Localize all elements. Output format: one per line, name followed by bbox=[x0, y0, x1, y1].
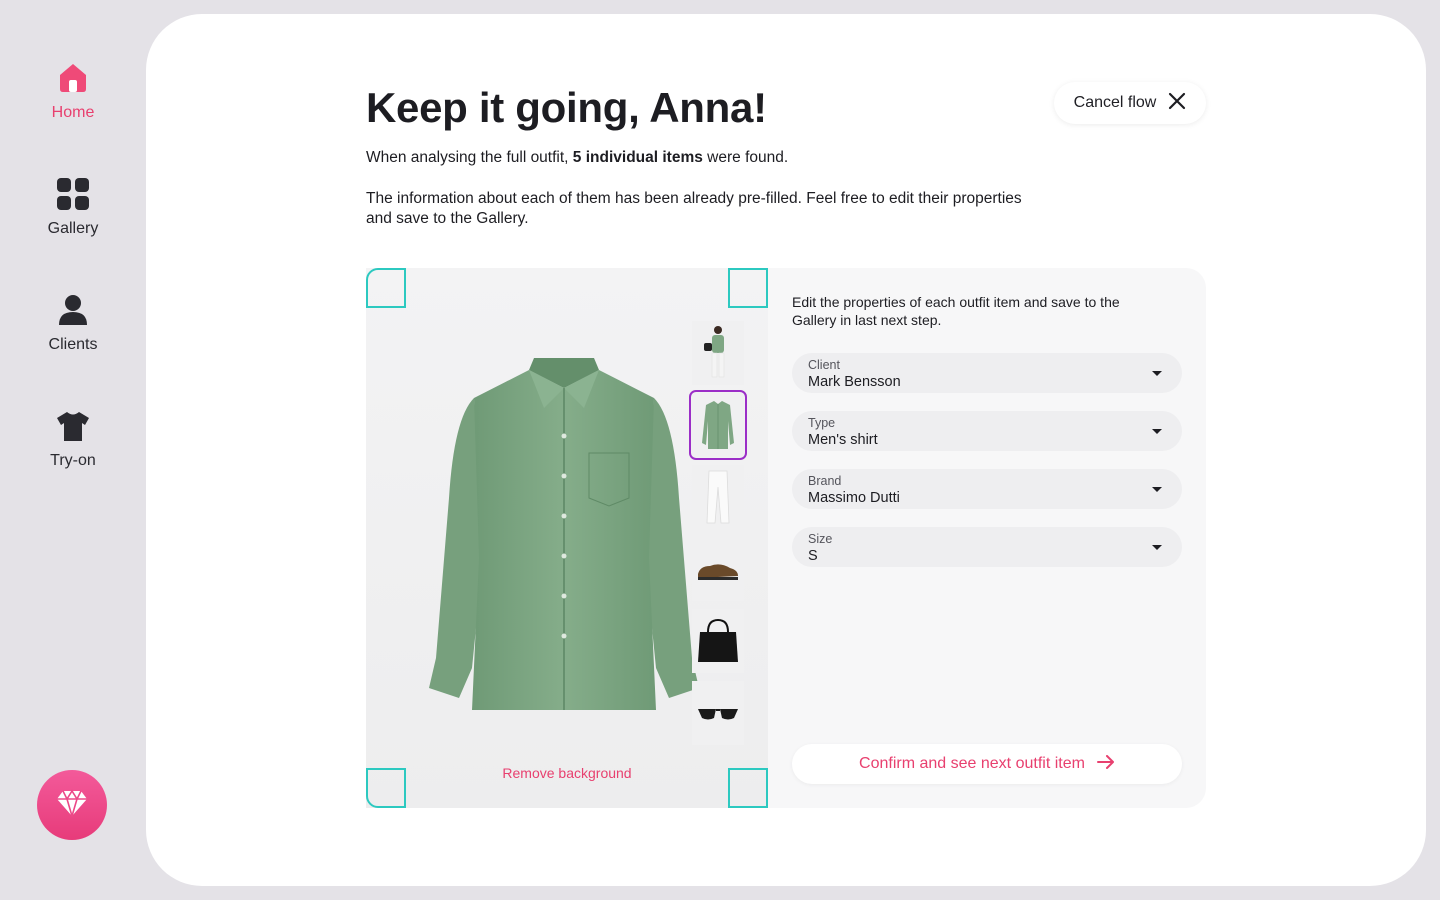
home-icon bbox=[53, 58, 93, 98]
frame-corner bbox=[728, 268, 768, 308]
chevron-down-icon bbox=[1152, 545, 1162, 550]
item-main-image bbox=[429, 358, 699, 710]
outfit-thumbnail-image bbox=[704, 326, 725, 378]
properties-intro: Edit the properties of each outfit item … bbox=[792, 294, 1120, 328]
thumbnail-full-outfit[interactable] bbox=[692, 321, 744, 385]
sidebar: Home Gallery Clients Try-on bbox=[0, 0, 146, 900]
items-found-prefix: When analysing the full outfit, bbox=[366, 149, 573, 166]
type-select[interactable]: Type Men's shirt bbox=[792, 411, 1182, 451]
sidebar-item-try-on[interactable]: Try-on bbox=[0, 406, 146, 486]
type-field-label: Type bbox=[808, 416, 836, 430]
chevron-down-icon bbox=[1152, 371, 1162, 376]
client-select[interactable]: Client Mark Bensson bbox=[792, 353, 1182, 393]
brand-select[interactable]: Brand Massimo Dutti bbox=[792, 469, 1182, 509]
sidebar-item-label: Try-on bbox=[50, 452, 96, 469]
thumbnail-sunglasses[interactable] bbox=[692, 681, 744, 745]
sidebar-item-clients[interactable]: Clients bbox=[0, 290, 146, 370]
size-field-label: Size bbox=[808, 532, 833, 546]
arrow-right-icon bbox=[1096, 754, 1115, 774]
thumbnail-bag[interactable] bbox=[692, 609, 744, 673]
sidebar-item-label: Gallery bbox=[47, 220, 99, 237]
grid-icon bbox=[53, 174, 93, 214]
bag-thumbnail-image bbox=[698, 618, 738, 662]
sidebar-item-home[interactable]: Home bbox=[0, 58, 146, 138]
sunglasses-thumbnail-image bbox=[698, 709, 738, 720]
person-icon bbox=[53, 290, 93, 330]
shirt-thumbnail-image bbox=[702, 401, 734, 449]
client-field-label: Client bbox=[808, 358, 840, 372]
cancel-flow-label: Cancel flow bbox=[1073, 94, 1157, 111]
cancel-flow-button[interactable]: Cancel flow bbox=[1054, 82, 1206, 124]
item-image-area: Remove background bbox=[366, 268, 768, 808]
items-found-suffix: were found. bbox=[702, 149, 789, 166]
tshirt-icon bbox=[53, 406, 93, 446]
size-field-value: S bbox=[808, 548, 818, 564]
page-title: Keep it going, Anna! bbox=[366, 84, 767, 131]
chevron-down-icon bbox=[1152, 487, 1162, 492]
diamond-icon bbox=[56, 788, 88, 822]
sidebar-item-gallery[interactable]: Gallery bbox=[0, 174, 146, 254]
thumbnail-shoes[interactable] bbox=[692, 537, 744, 601]
size-select[interactable]: Size S bbox=[792, 527, 1182, 567]
sidebar-item-label: Home bbox=[51, 104, 95, 121]
prefilled-info-text: The information about each of them has b… bbox=[366, 190, 1022, 227]
chevron-down-icon bbox=[1152, 429, 1162, 434]
client-field-value: Mark Bensson bbox=[808, 374, 901, 390]
items-found-text: When analysing the full outfit, 5 indivi… bbox=[366, 149, 788, 167]
trousers-thumbnail-image bbox=[706, 470, 730, 524]
thumbnail-shirt[interactable] bbox=[689, 390, 747, 460]
brand-field-label: Brand bbox=[808, 474, 842, 488]
close-icon bbox=[1168, 92, 1186, 115]
main-panel: Keep it going, Anna! When analysing the … bbox=[146, 14, 1426, 886]
thumbnail-trousers[interactable] bbox=[692, 465, 744, 529]
sidebar-item-label: Clients bbox=[48, 336, 98, 353]
brand-field-value: Massimo Dutti bbox=[808, 490, 900, 506]
items-count: 5 individual items bbox=[572, 149, 703, 166]
confirm-next-label: Confirm and see next outfit item bbox=[859, 755, 1085, 772]
type-field-value: Men's shirt bbox=[808, 432, 878, 448]
shoes-thumbnail-image bbox=[698, 564, 738, 580]
confirm-next-button[interactable]: Confirm and see next outfit item bbox=[792, 744, 1182, 784]
properties-panel: Edit the properties of each outfit item … bbox=[768, 268, 1206, 808]
remove-background-link[interactable]: Remove background bbox=[366, 765, 768, 781]
premium-button[interactable] bbox=[37, 770, 107, 840]
app-window: Home Gallery Clients Try-on Keep it goin… bbox=[0, 0, 1440, 900]
frame-corner bbox=[366, 268, 406, 308]
